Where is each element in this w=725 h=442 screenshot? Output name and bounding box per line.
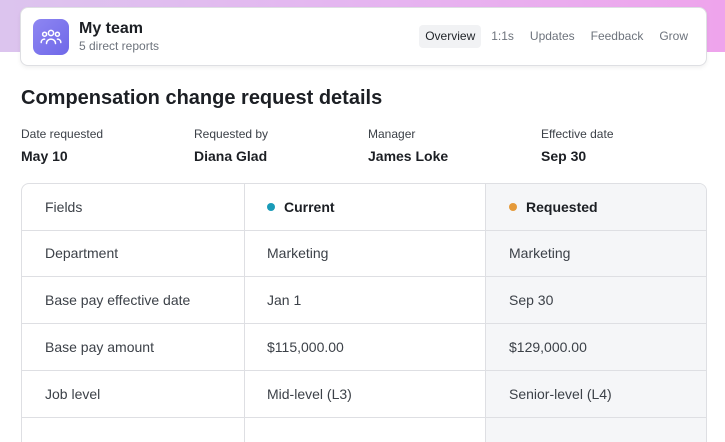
column-header-requested-label: Requested <box>526 199 598 215</box>
meta-value: May 10 <box>21 148 68 164</box>
requested-cell: Sep 30 <box>509 292 554 308</box>
tab-feedback[interactable]: Feedback <box>585 25 650 48</box>
meta-effective-date: Effective date Sep 30 <box>541 127 614 165</box>
meta-requested-by: Requested by Diana Glad <box>194 127 268 165</box>
requested-cell: $129,000.00 <box>509 339 587 355</box>
tab-updates[interactable]: Updates <box>524 25 581 48</box>
team-subtitle: 5 direct reports <box>79 39 160 53</box>
current-cell: Jan 1 <box>267 292 302 308</box>
current-dot-icon <box>267 203 275 211</box>
tab-one-on-ones[interactable]: 1:1s <box>485 25 520 48</box>
meta-value: James Loke <box>368 148 449 164</box>
team-icon <box>33 18 69 55</box>
tab-overview[interactable]: Overview <box>419 25 482 48</box>
field-cell: Job level <box>45 386 101 402</box>
requested-cell: Senior-level (L4) <box>509 386 612 402</box>
table-header-row: Fields Current Requested <box>22 184 706 231</box>
column-header-current-label: Current <box>284 199 335 215</box>
requested-dot-icon <box>509 203 517 211</box>
team-title: My team <box>79 20 144 37</box>
meta-label: Date requested <box>21 127 104 141</box>
column-header-requested: Requested <box>509 184 598 230</box>
compensation-table: Fields Current Requested Department Mark… <box>21 183 707 442</box>
meta-value: Sep 30 <box>541 148 587 164</box>
meta-label: Requested by <box>194 127 269 141</box>
table-row: Base pay effective date Jan 1 Sep 30 <box>22 277 706 324</box>
requested-cell: Marketing <box>509 245 571 261</box>
meta-label: Manager <box>368 127 416 141</box>
table-row: Job level Mid-level (L3) Senior-level (L… <box>22 371 706 418</box>
current-cell: Marketing <box>267 245 329 261</box>
current-cell: $115,000.00 <box>267 339 344 355</box>
team-header: My team 5 direct reports Overview 1:1s U… <box>20 7 707 66</box>
meta-label: Effective date <box>541 127 614 141</box>
column-header-fields: Fields <box>45 199 83 215</box>
column-header-current: Current <box>267 184 335 230</box>
team-nav: Overview 1:1s Updates Feedback Grow <box>419 25 694 48</box>
current-cell: Mid-level (L3) <box>267 386 352 402</box>
page-title: Compensation change request details <box>21 87 383 109</box>
field-cell: Department <box>45 245 119 261</box>
field-cell: Base pay effective date <box>45 292 191 308</box>
meta-manager: Manager James Loke <box>368 127 448 165</box>
meta-value: Diana Glad <box>194 148 268 164</box>
table-row: Base pay amount $115,000.00 $129,000.00 <box>22 324 706 371</box>
table-row: Department Marketing Marketing <box>22 230 706 277</box>
tab-grow[interactable]: Grow <box>653 25 694 48</box>
field-cell: Base pay amount <box>45 339 154 355</box>
meta-date-requested: Date requested May 10 <box>21 127 103 165</box>
